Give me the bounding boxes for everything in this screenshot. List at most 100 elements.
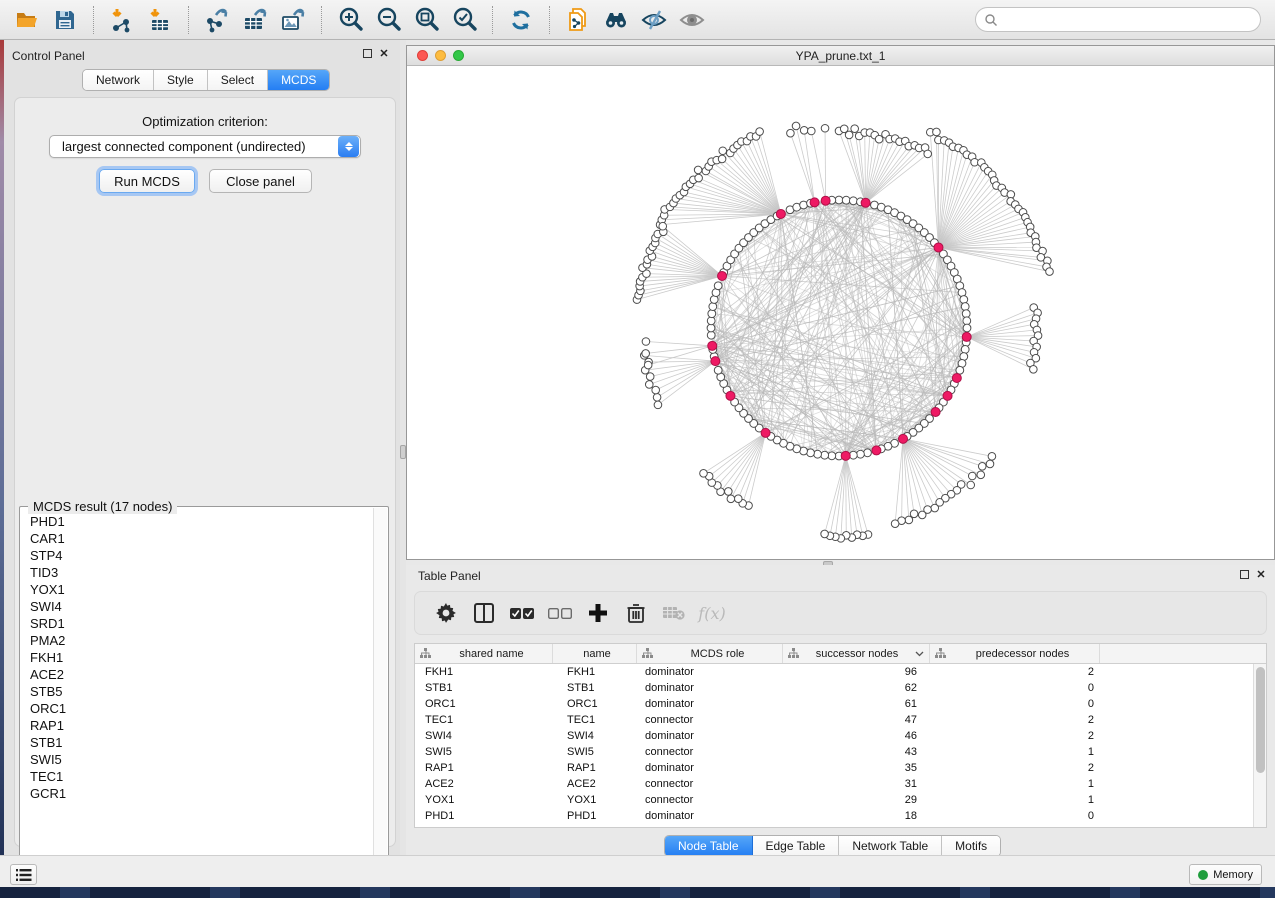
add-column-icon[interactable] xyxy=(585,600,611,626)
search-network-icon[interactable] xyxy=(601,5,631,35)
leaf-node[interactable] xyxy=(642,338,650,346)
mcds-hub-node[interactable] xyxy=(761,428,770,437)
leaf-node[interactable] xyxy=(910,510,918,518)
leaf-node[interactable] xyxy=(734,495,742,503)
mcds-result-item[interactable]: SWI5 xyxy=(21,751,373,768)
network-canvas[interactable] xyxy=(407,66,1274,559)
zoom-out-icon[interactable] xyxy=(373,5,403,35)
tab-style[interactable]: Style xyxy=(154,70,208,90)
mcds-hub-node[interactable] xyxy=(962,332,971,341)
mcds-hub-node[interactable] xyxy=(718,271,727,280)
mcds-hub-node[interactable] xyxy=(861,198,870,207)
delete-columns-icon[interactable] xyxy=(623,600,649,626)
tab-node-table[interactable]: Node Table xyxy=(665,836,753,856)
leaf-node[interactable] xyxy=(653,394,661,402)
leaf-node[interactable] xyxy=(727,495,735,503)
mcds-result-item[interactable]: STB1 xyxy=(21,734,373,751)
ring-node[interactable] xyxy=(960,296,968,304)
leaf-node[interactable] xyxy=(875,135,883,143)
leaf-node[interactable] xyxy=(756,128,764,136)
table-row[interactable]: TEC1TEC1connector472 xyxy=(415,712,1266,728)
status-menu-button[interactable] xyxy=(10,864,37,885)
search-input[interactable] xyxy=(998,13,1238,27)
leaf-node[interactable] xyxy=(808,127,816,135)
mcds-result-item[interactable]: TEC1 xyxy=(21,768,373,785)
leaf-node[interactable] xyxy=(719,147,727,155)
mcds-hub-node[interactable] xyxy=(934,243,943,252)
mcds-result-item[interactable]: SWI4 xyxy=(21,598,373,615)
mcds-result-item[interactable]: GCR1 xyxy=(21,785,373,802)
leaf-node[interactable] xyxy=(800,127,808,135)
mcds-hub-node[interactable] xyxy=(952,374,961,383)
export-image-icon[interactable] xyxy=(278,5,308,35)
leaf-node[interactable] xyxy=(845,131,853,139)
ring-node[interactable] xyxy=(828,452,836,460)
leaf-node[interactable] xyxy=(654,401,662,409)
import-network-icon[interactable] xyxy=(107,5,137,35)
open-file-icon[interactable] xyxy=(12,5,42,35)
ring-node[interactable] xyxy=(961,303,969,311)
leaf-node[interactable] xyxy=(821,124,829,132)
leaf-node[interactable] xyxy=(695,174,703,182)
table-row[interactable]: PHD1PHD1dominator180 xyxy=(415,808,1266,824)
column-header-name[interactable]: name xyxy=(553,644,637,663)
close-panel-icon[interactable]: ✕ xyxy=(378,48,390,60)
deselect-checkboxes-icon[interactable] xyxy=(547,600,573,626)
leaf-node[interactable] xyxy=(718,155,726,163)
mcds-result-item[interactable]: RAP1 xyxy=(21,717,373,734)
zoom-fit-icon[interactable] xyxy=(411,5,441,35)
close-panel-button[interactable]: Close panel xyxy=(209,169,312,193)
leaf-node[interactable] xyxy=(645,381,653,389)
leaf-node[interactable] xyxy=(700,470,708,478)
export-table-icon[interactable] xyxy=(240,5,270,35)
table-row[interactable]: STB1STB1dominator620 xyxy=(415,680,1266,696)
column-header-predecessor-nodes[interactable]: predecessor nodes xyxy=(930,644,1100,663)
leaf-node[interactable] xyxy=(891,520,899,528)
table-scrollbar[interactable] xyxy=(1253,664,1266,827)
run-mcds-button[interactable]: Run MCDS xyxy=(99,169,195,193)
ring-node[interactable] xyxy=(963,317,971,325)
leaf-node[interactable] xyxy=(644,361,652,369)
table-row[interactable]: ORC1ORC1dominator610 xyxy=(415,696,1266,712)
node-table[interactable]: shared namenameMCDS rolesuccessor nodesp… xyxy=(414,643,1267,828)
save-session-icon[interactable] xyxy=(50,5,80,35)
tab-network[interactable]: Network xyxy=(83,70,154,90)
zoom-in-icon[interactable] xyxy=(335,5,365,35)
table-row[interactable]: SWI5SWI5connector431 xyxy=(415,744,1266,760)
network-window-titlebar[interactable]: YPA_prune.txt_1 xyxy=(407,46,1274,66)
leaf-node[interactable] xyxy=(694,166,702,174)
mcds-hub-node[interactable] xyxy=(899,434,908,443)
leaf-node[interactable] xyxy=(967,481,975,489)
column-header-mcds-role[interactable]: MCDS role xyxy=(637,644,783,663)
leaf-node[interactable] xyxy=(821,530,829,538)
leaf-node[interactable] xyxy=(986,460,994,468)
tab-edge-table[interactable]: Edge Table xyxy=(753,836,840,856)
table-row[interactable]: ACE2ACE2connector311 xyxy=(415,776,1266,792)
leaf-node[interactable] xyxy=(659,222,667,230)
settings-gear-icon[interactable] xyxy=(433,600,459,626)
mcds-result-item[interactable]: TID3 xyxy=(21,564,373,581)
mcds-result-item[interactable]: ORC1 xyxy=(21,700,373,717)
ring-node[interactable] xyxy=(821,451,829,459)
search-field[interactable] xyxy=(975,7,1261,32)
leaf-node[interactable] xyxy=(988,453,996,461)
ring-node[interactable] xyxy=(849,197,857,205)
mcds-hub-node[interactable] xyxy=(841,451,850,460)
select-all-checkboxes-icon[interactable] xyxy=(509,600,535,626)
zoom-selected-icon[interactable] xyxy=(449,5,479,35)
leaf-node[interactable] xyxy=(646,373,654,381)
export-network-icon[interactable] xyxy=(202,5,232,35)
mcds-result-scrollbar[interactable] xyxy=(373,508,387,873)
leaf-node[interactable] xyxy=(931,504,939,512)
leaf-node[interactable] xyxy=(851,125,859,133)
mcds-hub-node[interactable] xyxy=(810,198,819,207)
ring-node[interactable] xyxy=(709,303,717,311)
column-header-shared-name[interactable]: shared name xyxy=(415,644,553,663)
ring-node[interactable] xyxy=(814,450,822,458)
leaf-node[interactable] xyxy=(933,128,941,136)
ring-node[interactable] xyxy=(707,331,715,339)
table-row[interactable]: RAP1RAP1dominator352 xyxy=(415,760,1266,776)
refresh-view-icon[interactable] xyxy=(506,5,536,35)
clone-network-icon[interactable] xyxy=(563,5,593,35)
memory-button[interactable]: Memory xyxy=(1189,864,1262,885)
